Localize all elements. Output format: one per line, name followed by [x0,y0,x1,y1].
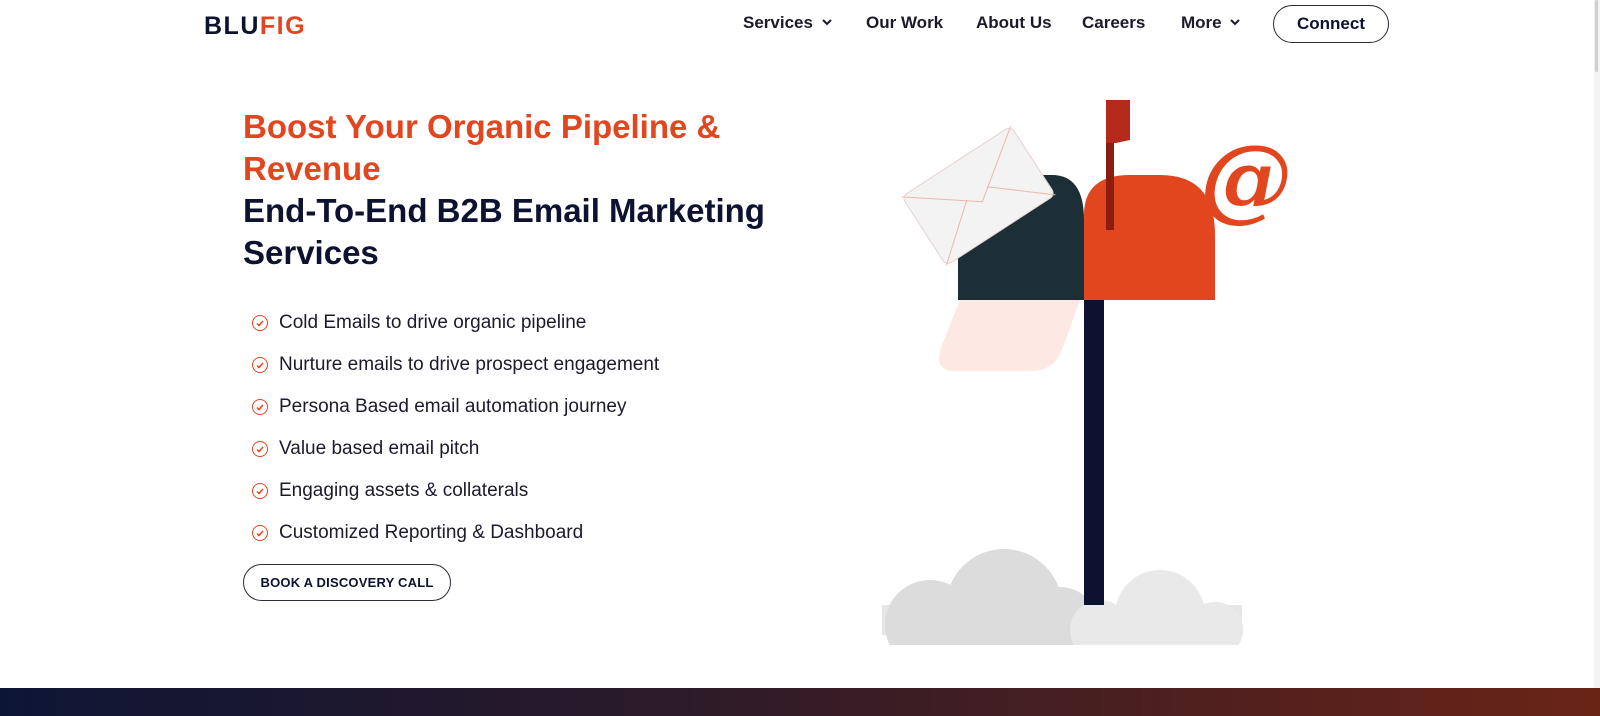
clouds [882,549,1243,645]
nav-our-work-label: Our Work [866,13,944,32]
check-circle-icon [252,399,268,415]
page-scrollbar[interactable] [1594,0,1600,716]
check-circle-icon [252,315,268,331]
feature-text: Customized Reporting & Dashboard [279,522,584,543]
mailbox-post [1084,290,1104,605]
feature-text: Nurture emails to drive prospect engagem… [279,354,660,375]
nav-services-label: Services [743,13,813,32]
chevron-down-icon [821,19,832,26]
feature-item: Customized Reporting & Dashboard [252,512,659,554]
hero-headline: Boost Your Organic Pipeline & Revenue [243,108,721,187]
feature-item: Value based email pitch [252,428,659,470]
chevron-down-icon [1230,19,1241,26]
nav-more-label: More [1181,13,1222,32]
feature-item: Cold Emails to drive organic pipeline [252,302,659,344]
nav-our-work[interactable]: Our Work [866,13,943,33]
feature-list: Cold Emails to drive organic pipeline Nu… [252,302,659,554]
section-band [0,688,1600,716]
scrollbar-thumb[interactable] [1595,0,1598,72]
feature-text: Engaging assets & collaterals [279,480,529,501]
mailbox-flag [1106,100,1130,143]
check-circle-icon [252,525,268,541]
feature-item: Engaging assets & collaterals [252,470,659,512]
check-circle-icon [252,483,268,499]
check-circle-icon [252,357,268,373]
logo[interactable]: BLUFIG [204,12,306,41]
hero-subheadline: End-To-End B2B Email Marketing Services [243,192,765,271]
feature-text: Value based email pitch [279,438,480,459]
check-circle-icon [252,441,268,457]
nav-more[interactable]: More [1181,13,1241,33]
nav-careers[interactable]: Careers [1082,13,1145,33]
nav-about-us[interactable]: About Us [976,13,1052,33]
feature-item: Nurture emails to drive prospect engagem… [252,344,659,386]
feature-text: Persona Based email automation journey [279,396,627,417]
feature-item: Persona Based email automation journey [252,386,659,428]
mailbox-body [1084,175,1215,300]
site-header: BLUFIG Services Our Work About Us Career… [0,0,1600,52]
feature-text: Cold Emails to drive organic pipeline [279,312,587,333]
connect-button[interactable]: Connect [1273,5,1389,43]
nav-services[interactable]: Services [743,13,832,33]
at-symbol-icon: @ [1200,124,1290,232]
nav-about-us-label: About Us [976,13,1052,32]
book-discovery-call-button[interactable]: BOOK A DISCOVERY CALL [243,564,451,601]
logo-blu: BLU [204,12,260,40]
logo-fig: FIG [259,12,307,40]
nav-careers-label: Careers [1082,13,1146,32]
mailbox-shadow [938,300,1080,371]
mailbox-illustration: @ [882,100,1290,645]
